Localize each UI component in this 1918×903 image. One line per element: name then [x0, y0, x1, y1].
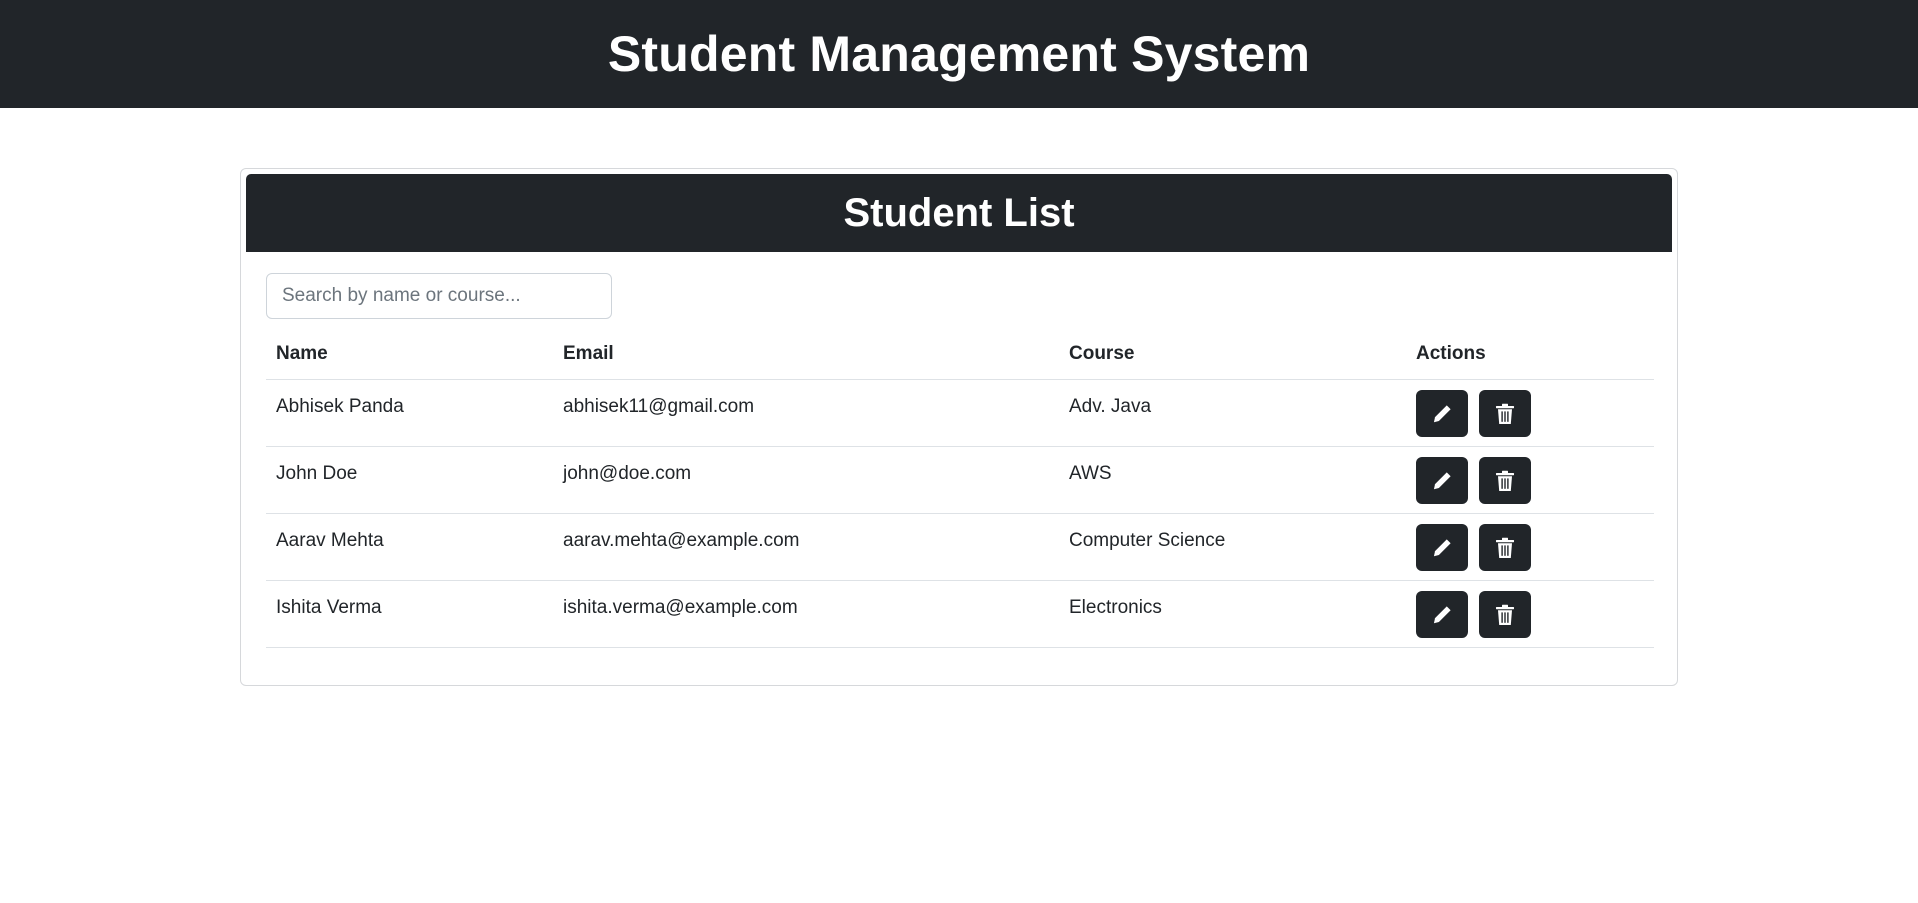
student-list-card: Student List Name Email Course Actions A…	[240, 168, 1678, 686]
table-row: Abhisek Panda abhisek11@gmail.com Adv. J…	[266, 379, 1654, 447]
table-row: Ishita Verma ishita.verma@example.com El…	[266, 580, 1654, 648]
row-actions	[1406, 513, 1654, 581]
delete-button[interactable]	[1479, 390, 1532, 437]
student-email-cell: abhisek11@gmail.com	[553, 379, 1059, 447]
pencil-icon	[1433, 538, 1451, 556]
student-course-cell: Electronics	[1059, 580, 1406, 648]
pencil-icon	[1433, 605, 1451, 623]
students-table: Name Email Course Actions Abhisek Panda …	[266, 329, 1654, 648]
trash-icon	[1496, 403, 1515, 424]
edit-button[interactable]	[1416, 457, 1468, 504]
edit-button[interactable]	[1416, 591, 1468, 638]
student-name-cell: Aarav Mehta	[266, 513, 553, 581]
app-title: Student Management System	[607, 26, 1311, 82]
table-row: John Doe john@doe.com AWS	[266, 446, 1654, 514]
column-header-course[interactable]: Course	[1059, 329, 1406, 380]
row-actions	[1406, 580, 1654, 648]
pencil-icon	[1433, 404, 1451, 422]
student-name-cell: Abhisek Panda	[266, 379, 553, 447]
student-course-cell: Computer Science	[1059, 513, 1406, 581]
column-header-email[interactable]: Email	[553, 329, 1059, 380]
pencil-icon	[1433, 471, 1451, 489]
student-name-cell: Ishita Verma	[266, 580, 553, 648]
table-row: Aarav Mehta aarav.mehta@example.com Comp…	[266, 513, 1654, 581]
table-header-row: Name Email Course Actions	[266, 329, 1654, 380]
trash-icon	[1496, 537, 1515, 558]
student-course-cell: Adv. Java	[1059, 379, 1406, 447]
search-input[interactable]	[266, 273, 612, 319]
student-email-cell: john@doe.com	[553, 446, 1059, 514]
student-email-cell: aarav.mehta@example.com	[553, 513, 1059, 581]
row-actions	[1406, 379, 1654, 447]
edit-button[interactable]	[1416, 524, 1468, 571]
card-title: Student List	[843, 190, 1075, 235]
card-header: Student List	[246, 174, 1672, 252]
column-header-name[interactable]: Name	[266, 329, 553, 380]
delete-button[interactable]	[1479, 524, 1532, 571]
trash-icon	[1496, 470, 1515, 491]
student-course-cell: AWS	[1059, 446, 1406, 514]
delete-button[interactable]	[1479, 457, 1532, 504]
column-header-actions: Actions	[1406, 329, 1654, 380]
student-email-cell: ishita.verma@example.com	[553, 580, 1059, 648]
student-name-cell: John Doe	[266, 446, 553, 514]
app-header: Student Management System	[0, 0, 1918, 108]
delete-button[interactable]	[1479, 591, 1532, 638]
edit-button[interactable]	[1416, 390, 1468, 437]
row-actions	[1406, 446, 1654, 514]
trash-icon	[1496, 604, 1515, 625]
